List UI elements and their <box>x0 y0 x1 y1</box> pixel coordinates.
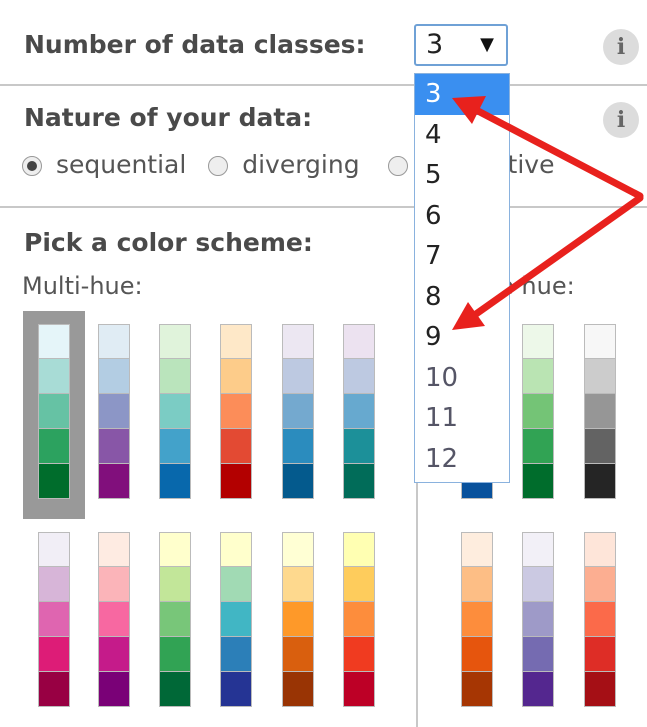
annotation-arrow <box>474 107 644 200</box>
annotation-arrows <box>452 96 644 330</box>
annotation-arrow <box>472 194 644 318</box>
annotation-arrowhead <box>452 302 485 330</box>
